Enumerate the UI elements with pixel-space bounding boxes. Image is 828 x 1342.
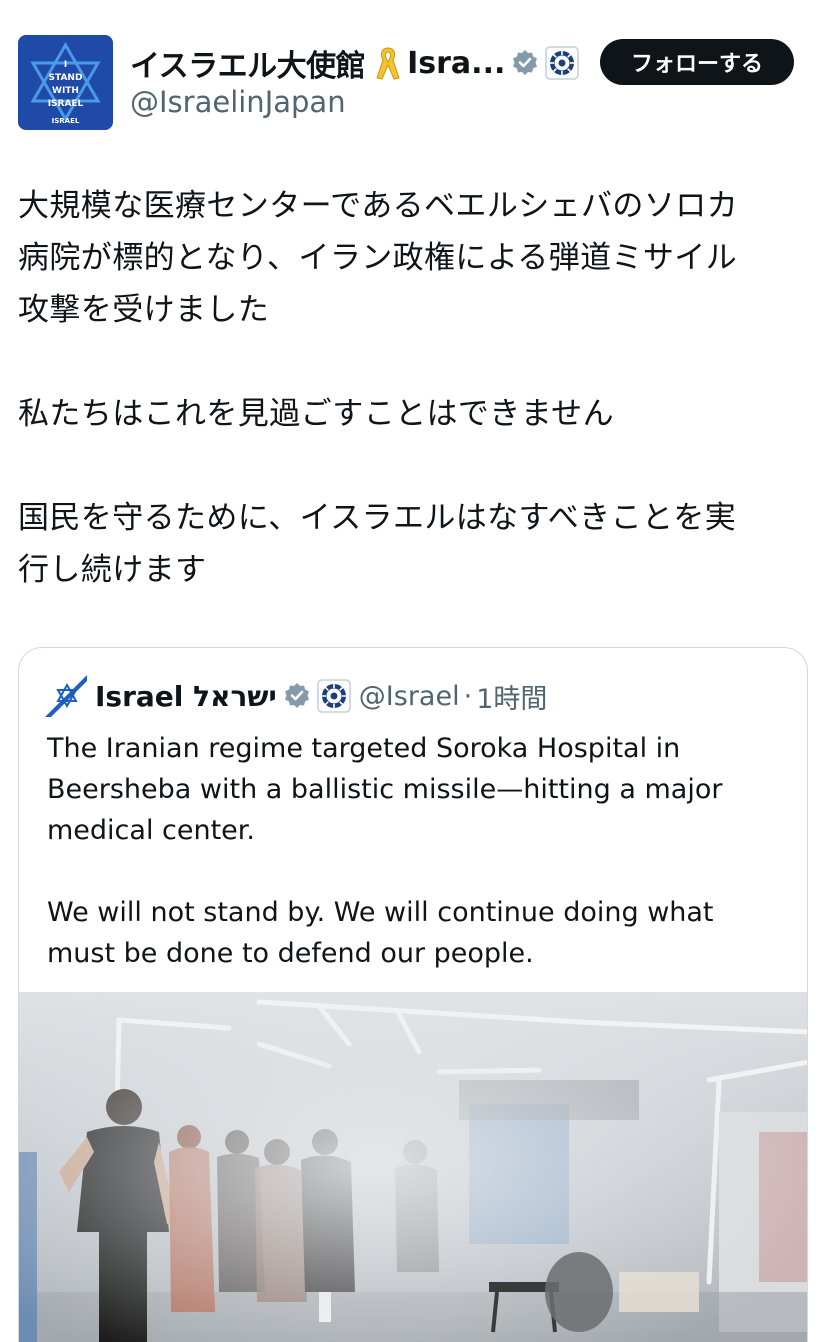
author-display-name-suffix[interactable]: Isra...: [407, 46, 505, 81]
avatar[interactable]: I STAND WITH ISRAEL ISRAEL: [18, 35, 113, 130]
quoted-tweet-text: The Iranian regime targeted Soroka Hospi…: [47, 728, 787, 974]
government-seal-icon[interactable]: [317, 679, 351, 713]
author-name-row[interactable]: イスラエル大使館 Isra...: [130, 41, 580, 85]
video-thumbnail[interactable]: [19, 992, 807, 1342]
tweet-text-line: 大規模な医療センターであるベエルシェバのソロカ: [18, 188, 739, 224]
tweet-header: I STAND WITH ISRAEL ISRAEL イスラエル大使館 Isra…: [18, 35, 808, 131]
verified-badge-icon[interactable]: [283, 682, 311, 710]
follow-button[interactable]: フォローする: [600, 39, 794, 85]
quoted-handle[interactable]: @Israel: [359, 681, 460, 712]
tweet-text-line: 私たちはこれを見過ごすことはできません: [18, 396, 614, 432]
quoted-avatar[interactable]: [45, 675, 87, 717]
tweet-text-line: 攻撃を受けました: [18, 292, 270, 328]
quoted-tweet-card[interactable]: Israel ישראל @Israel · 1時間 The Iranian r…: [18, 647, 808, 1342]
separator-dot: ·: [463, 680, 473, 712]
tweet-detail: I STAND WITH ISRAEL ISRAEL イスラエル大使館 Isra…: [0, 0, 828, 1342]
avatar-label: I STAND WITH ISRAEL: [47, 60, 84, 109]
quoted-text-line: must be done to defend our people.: [47, 938, 534, 969]
tweet-text-line: 行し続けます: [18, 552, 207, 588]
quoted-tweet-header: Israel ישראל @Israel · 1時間: [45, 674, 547, 718]
quoted-text-line: The Iranian regime targeted Soroka Hospi…: [47, 733, 681, 764]
hospital-corridor-image: [19, 992, 807, 1342]
avatar-brand: ISRAEL: [51, 117, 80, 125]
quoted-text-line: medical center.: [47, 815, 255, 846]
quoted-timestamp[interactable]: 1時間: [476, 677, 547, 716]
quoted-display-name[interactable]: Israel ישראל: [95, 680, 277, 713]
verified-badge-icon[interactable]: [511, 49, 539, 77]
tweet-text-line: 国民を守るために、イスラエルはなすべきことを実: [18, 500, 737, 536]
author-display-name[interactable]: イスラエル大使館: [130, 41, 366, 85]
quoted-text-line: Beersheba with a ballistic missile—hitti…: [47, 774, 723, 805]
yellow-ribbon-icon: [375, 45, 401, 81]
tweet-text: 大規模な医療センターであるベエルシェバのソロカ 病院が標的となり、イラン政権によ…: [18, 180, 813, 596]
tweet-text-line: 病院が標的となり、イラン政権による弾道ミサイル: [18, 240, 738, 276]
government-seal-icon[interactable]: [545, 46, 580, 80]
quoted-text-line: We will not stand by. We will continue d…: [47, 897, 714, 928]
author-handle[interactable]: @IsraelinJapan: [130, 85, 346, 119]
